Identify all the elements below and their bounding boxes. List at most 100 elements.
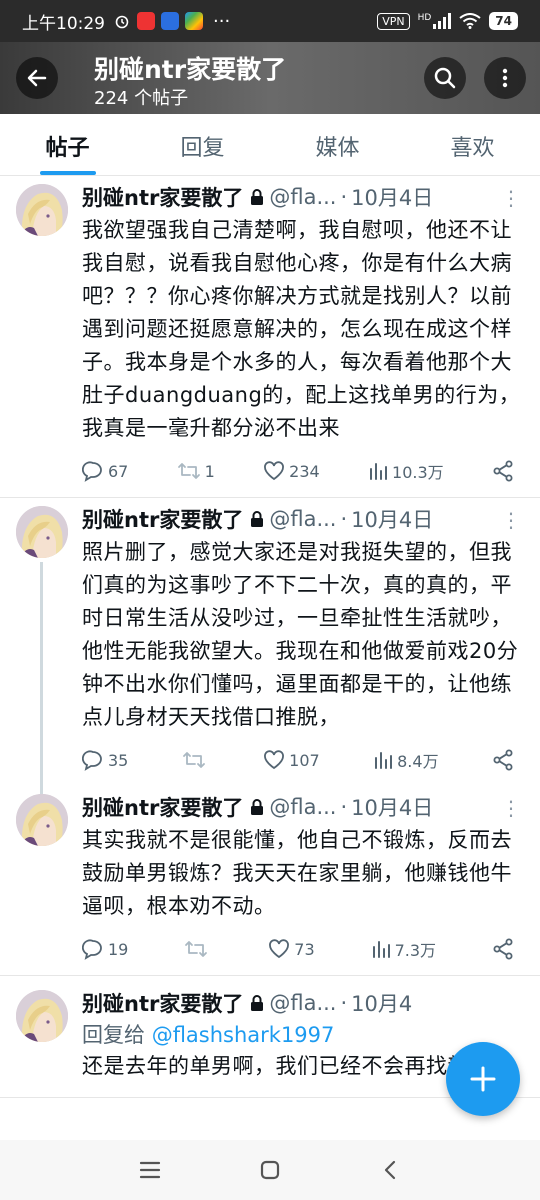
- like-button[interactable]: 73: [268, 938, 315, 960]
- post-handle: @fla...: [269, 507, 337, 531]
- retweet-button[interactable]: [184, 938, 212, 960]
- post-text: 照片删了，感觉大家还是对我挺失望的，但我们真的为这事吵了不下二十次，真的真的，平…: [82, 540, 519, 729]
- view-count: 8.4万: [397, 752, 439, 771]
- post-header: 别碰ntr家要散了 @fla... · 10月4日: [82, 180, 524, 214]
- thread-connector: [40, 562, 43, 796]
- network-label: HD: [417, 13, 432, 23]
- views-icon: [375, 752, 393, 769]
- view-count: 7.3万: [394, 941, 437, 960]
- play-store-icon: [185, 12, 203, 30]
- views-icon: [370, 463, 388, 480]
- reply-to-label: 回复给: [82, 1023, 145, 1047]
- translate-app-icon: [161, 12, 179, 30]
- tab-posts[interactable]: 帖子: [0, 114, 135, 175]
- post-date: 10月4日: [351, 508, 434, 532]
- compose-button[interactable]: [446, 1042, 520, 1116]
- signal-icon: [433, 13, 452, 29]
- lock-icon: [251, 995, 264, 1011]
- tab-replies[interactable]: 回复: [135, 114, 270, 175]
- post-item[interactable]: 别碰ntr家要散了 @fla... · 10月4日 ⋮ 其实我就不是很能懂，他自…: [0, 786, 540, 976]
- share-button[interactable]: [492, 749, 514, 771]
- back-nav-icon[interactable]: [379, 1159, 401, 1181]
- compose-plus-icon: [470, 1066, 496, 1092]
- more-vertical-icon: [502, 68, 508, 88]
- post-more-icon[interactable]: ⋮: [501, 186, 522, 210]
- reply-icon: [82, 939, 102, 960]
- post-more-icon[interactable]: ⋮: [501, 796, 522, 820]
- home-square-icon[interactable]: [259, 1159, 281, 1181]
- retweet-count: 1: [204, 461, 215, 481]
- lock-icon: [251, 511, 264, 527]
- status-time: 上午10:29: [22, 13, 105, 34]
- post-header: 别碰ntr家要散了 @fla... · 10月4日: [82, 790, 524, 824]
- avatar[interactable]: [16, 794, 68, 846]
- profile-tabs: 帖子 回复 媒体 喜欢: [0, 114, 540, 176]
- avatar[interactable]: [16, 990, 68, 1042]
- post-item[interactable]: 别碰ntr家要散了 @fla... · 10月4日 ⋮ 照片删了，感觉大家还是对…: [0, 498, 540, 796]
- reply-button[interactable]: 35: [82, 749, 128, 771]
- share-icon: [493, 749, 513, 771]
- like-icon: [264, 750, 285, 770]
- post-author-name: 别碰ntr家要散了: [82, 186, 244, 210]
- post-actions: 67 1 234 10.3万: [82, 459, 524, 483]
- like-count: 234: [289, 461, 320, 481]
- post-handle: @fla...: [269, 991, 337, 1015]
- status-app-icons: ···: [113, 11, 230, 32]
- share-button[interactable]: [492, 460, 514, 482]
- menu-icon[interactable]: [139, 1160, 161, 1180]
- alarm-icon: [113, 12, 131, 30]
- reply-button[interactable]: 67: [82, 460, 128, 482]
- reply-to-handle[interactable]: @flashshark1997: [152, 1023, 335, 1047]
- vpn-badge: VPN: [377, 12, 410, 30]
- reply-icon: [82, 750, 102, 771]
- search-button[interactable]: [424, 57, 466, 99]
- back-button[interactable]: [16, 57, 58, 99]
- separator-dot: ·: [340, 991, 348, 1015]
- like-button[interactable]: 234: [263, 460, 320, 482]
- profile-header: 别碰ntr家要散了 224 个帖子: [0, 42, 540, 114]
- post-actions: 19 73 7.3万: [82, 937, 524, 961]
- view-count: 10.3万: [392, 463, 444, 482]
- avatar[interactable]: [16, 506, 68, 558]
- retweet-icon: [185, 941, 208, 957]
- like-icon: [269, 939, 290, 959]
- retweet-icon: [182, 752, 205, 768]
- reply-count: 35: [108, 750, 129, 770]
- post-more-icon[interactable]: ⋮: [501, 508, 522, 532]
- post-count: 224 个帖子: [94, 88, 189, 109]
- signal-group: HD: [418, 13, 452, 29]
- avatar[interactable]: [16, 184, 68, 236]
- post-text: 我欲望强我自己清楚啊，我自慰呗，他还不让我自慰，说看我自慰他心疼，你是有什么大病…: [82, 218, 521, 440]
- views-button[interactable]: 8.4万: [373, 748, 439, 772]
- views-icon: [372, 941, 390, 958]
- post-author-name: 别碰ntr家要散了: [82, 992, 244, 1016]
- retweet-button[interactable]: [182, 749, 210, 771]
- status-bar: 上午10:29 ··· VPN HD 74: [0, 0, 540, 42]
- tab-media[interactable]: 媒体: [270, 114, 405, 175]
- post-handle: @fla...: [269, 185, 337, 209]
- separator-dot: ·: [340, 507, 348, 531]
- posts-feed: 别碰ntr家要散了 @fla... · 10月4日 ⋮ 我欲望强我自己清楚啊，我…: [0, 176, 540, 1140]
- search-icon: [434, 67, 456, 89]
- share-icon: [493, 938, 513, 960]
- lock-icon: [251, 189, 264, 205]
- views-button[interactable]: 7.3万: [371, 937, 436, 961]
- retweet-button[interactable]: 1: [177, 460, 215, 482]
- more-options-button[interactable]: [484, 57, 526, 99]
- post-item[interactable]: 别碰ntr家要散了 @fla... · 10月4日 ⋮ 我欲望强我自己清楚啊，我…: [0, 176, 540, 498]
- like-count: 107: [289, 750, 320, 770]
- views-button[interactable]: 10.3万: [368, 459, 444, 483]
- reply-button[interactable]: 19: [82, 938, 128, 960]
- status-right: VPN HD 74: [377, 12, 518, 30]
- post-handle: @fla...: [269, 795, 337, 819]
- lock-icon: [251, 799, 264, 815]
- profile-name: 别碰ntr家要散了: [94, 55, 287, 84]
- back-arrow-icon: [27, 69, 47, 87]
- like-button[interactable]: 107: [263, 749, 320, 771]
- post-header: 别碰ntr家要散了 @fla... · 10月4日: [82, 502, 524, 536]
- tab-likes[interactable]: 喜欢: [405, 114, 540, 175]
- share-button[interactable]: [492, 938, 514, 960]
- post-header: 别碰ntr家要散了 @fla... · 10月4: [82, 986, 524, 1020]
- post-date: 10月4: [351, 992, 413, 1016]
- post-date: 10月4日: [351, 796, 434, 820]
